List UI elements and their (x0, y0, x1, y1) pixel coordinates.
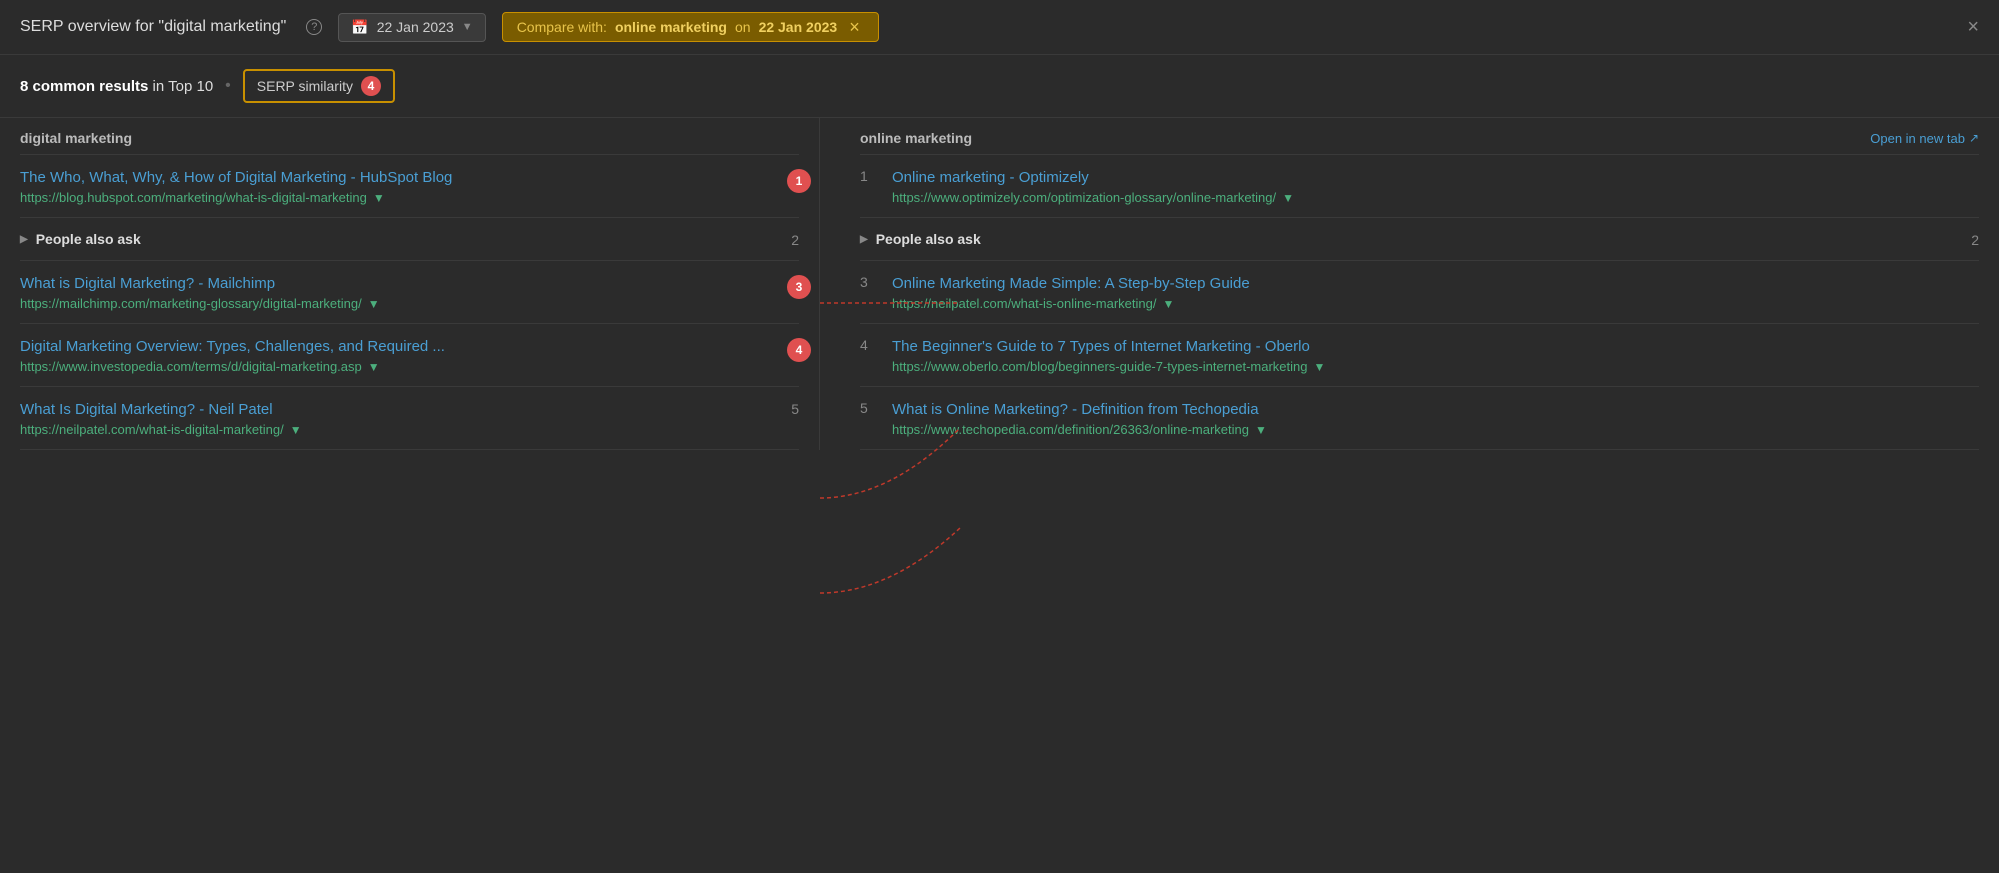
summary-bar: 8 common results in Top 10 • SERP simila… (0, 55, 1999, 118)
dropdown-arrow-icon: ▼ (1162, 297, 1174, 311)
dropdown-arrow-icon: ▼ (373, 191, 385, 205)
right-item-4-title[interactable]: The Beginner's Guide to 7 Types of Inter… (892, 336, 1979, 357)
compare-on-label: on (735, 19, 751, 35)
right-item-5-title[interactable]: What is Online Marketing? - Definition f… (892, 399, 1979, 420)
serp-similarity-box[interactable]: SERP similarity 4 (243, 69, 395, 103)
compare-prefix: Compare with: (517, 19, 607, 35)
left-item-5-title[interactable]: What Is Digital Marketing? - Neil Patel (20, 399, 775, 420)
left-item-3-url[interactable]: https://mailchimp.com/marketing-glossary… (20, 296, 799, 311)
date-label: 22 Jan 2023 (377, 19, 454, 35)
right-item-5: 5 What is Online Marketing? - Definition… (860, 387, 1979, 450)
dropdown-arrow-icon: ▼ (1313, 360, 1325, 374)
compare-keyword: online marketing (615, 19, 727, 35)
left-column: digital marketing The Who, What, Why, & … (0, 118, 820, 450)
right-keyword: online marketing (860, 130, 972, 146)
header: SERP overview for "digital marketing" ? … (0, 0, 1999, 55)
left-item-4-title[interactable]: Digital Marketing Overview: Types, Chall… (20, 336, 799, 357)
content-area: digital marketing The Who, What, Why, & … (0, 118, 1999, 450)
app-container: SERP overview for "digital marketing" ? … (0, 0, 1999, 450)
page-title: SERP overview for "digital marketing" (20, 18, 286, 36)
right-item-1-title[interactable]: Online marketing - Optimizely (892, 167, 1979, 188)
right-item-1-url[interactable]: https://www.optimizely.com/optimization-… (892, 190, 1979, 205)
left-item-3: What is Digital Marketing? - Mailchimp h… (20, 261, 799, 324)
separator: • (225, 77, 231, 95)
right-item-2-rank: 2 (1955, 230, 1979, 248)
right-item-4-rank: 4 (860, 336, 880, 353)
right-item-4-url[interactable]: https://www.oberlo.com/blog/beginners-gu… (892, 359, 1979, 374)
date-selector[interactable]: 📅 22 Jan 2023 ▼ (338, 13, 485, 42)
right-item-4: 4 The Beginner's Guide to 7 Types of Int… (860, 324, 1979, 387)
compare-badge: Compare with: online marketing on 22 Jan… (502, 12, 879, 42)
similarity-badge: 4 (361, 76, 381, 96)
right-item-1: 1 Online marketing - Optimizely https://… (860, 155, 1979, 218)
open-new-tab-label: Open in new tab (1870, 131, 1965, 146)
left-item-5-url[interactable]: https://neilpatel.com/what-is-digital-ma… (20, 422, 775, 437)
compare-date: 22 Jan 2023 (759, 19, 838, 35)
left-column-header: digital marketing (20, 118, 799, 155)
right-item-3-rank: 3 (860, 273, 880, 290)
right-item-3: 3 Online Marketing Made Simple: A Step-b… (860, 261, 1979, 324)
help-icon[interactable]: ? (306, 19, 322, 35)
rank-badge-1: 1 (787, 169, 811, 193)
right-people-also-ask-label: People also ask (876, 231, 981, 247)
right-item-1-rank: 1 (860, 167, 880, 184)
left-item-4: Digital Marketing Overview: Types, Chall… (20, 324, 799, 387)
rank-badge-4: 4 (787, 338, 811, 362)
in-top-text: in Top 10 (153, 78, 214, 95)
right-item-3-url[interactable]: https://neilpatel.com/what-is-online-mar… (892, 296, 1979, 311)
triangle-icon: ▶ (860, 234, 868, 245)
dropdown-arrow-icon: ▼ (1282, 191, 1294, 205)
left-item-1: The Who, What, Why, & How of Digital Mar… (20, 155, 799, 218)
serp-similarity-label: SERP similarity (257, 78, 353, 94)
chevron-down-icon: ▼ (462, 21, 473, 33)
left-people-also-ask[interactable]: ▶ People also ask 2 (20, 218, 799, 261)
left-item-5-rank: 5 (775, 399, 799, 417)
right-column-header: online marketing Open in new tab ↗ (860, 118, 1979, 155)
left-item-2-rank: 2 (775, 230, 799, 248)
triangle-icon: ▶ (20, 234, 28, 245)
open-new-tab-link[interactable]: Open in new tab ↗ (1870, 131, 1979, 146)
dropdown-arrow-icon: ▼ (290, 423, 302, 437)
dropdown-arrow-icon: ▼ (1255, 423, 1267, 437)
people-also-ask-label: People also ask (36, 231, 141, 247)
right-item-3-title[interactable]: Online Marketing Made Simple: A Step-by-… (892, 273, 1979, 294)
left-keyword: digital marketing (20, 130, 132, 146)
left-item-1-url[interactable]: https://blog.hubspot.com/marketing/what-… (20, 190, 799, 205)
right-item-5-url[interactable]: https://www.techopedia.com/definition/26… (892, 422, 1979, 437)
left-item-1-title[interactable]: The Who, What, Why, & How of Digital Mar… (20, 167, 799, 188)
calendar-icon: 📅 (351, 19, 368, 36)
right-column: online marketing Open in new tab ↗ 1 Onl… (820, 118, 1999, 450)
close-compare-button[interactable]: × (845, 18, 864, 36)
external-link-icon: ↗ (1969, 131, 1979, 145)
common-results-count: 8 common results (20, 78, 148, 95)
left-item-4-url[interactable]: https://www.investopedia.com/terms/d/dig… (20, 359, 799, 374)
right-people-also-ask[interactable]: ▶ People also ask 2 (860, 218, 1979, 261)
dropdown-arrow-icon: ▼ (368, 297, 380, 311)
close-main-button[interactable]: × (1967, 16, 1979, 39)
left-item-3-title[interactable]: What is Digital Marketing? - Mailchimp (20, 273, 799, 294)
left-item-5: What Is Digital Marketing? - Neil Patel … (20, 387, 799, 450)
dropdown-arrow-icon: ▼ (368, 360, 380, 374)
right-item-5-rank: 5 (860, 399, 880, 416)
rank-badge-3: 3 (787, 275, 811, 299)
summary-text: 8 common results in Top 10 (20, 78, 213, 95)
